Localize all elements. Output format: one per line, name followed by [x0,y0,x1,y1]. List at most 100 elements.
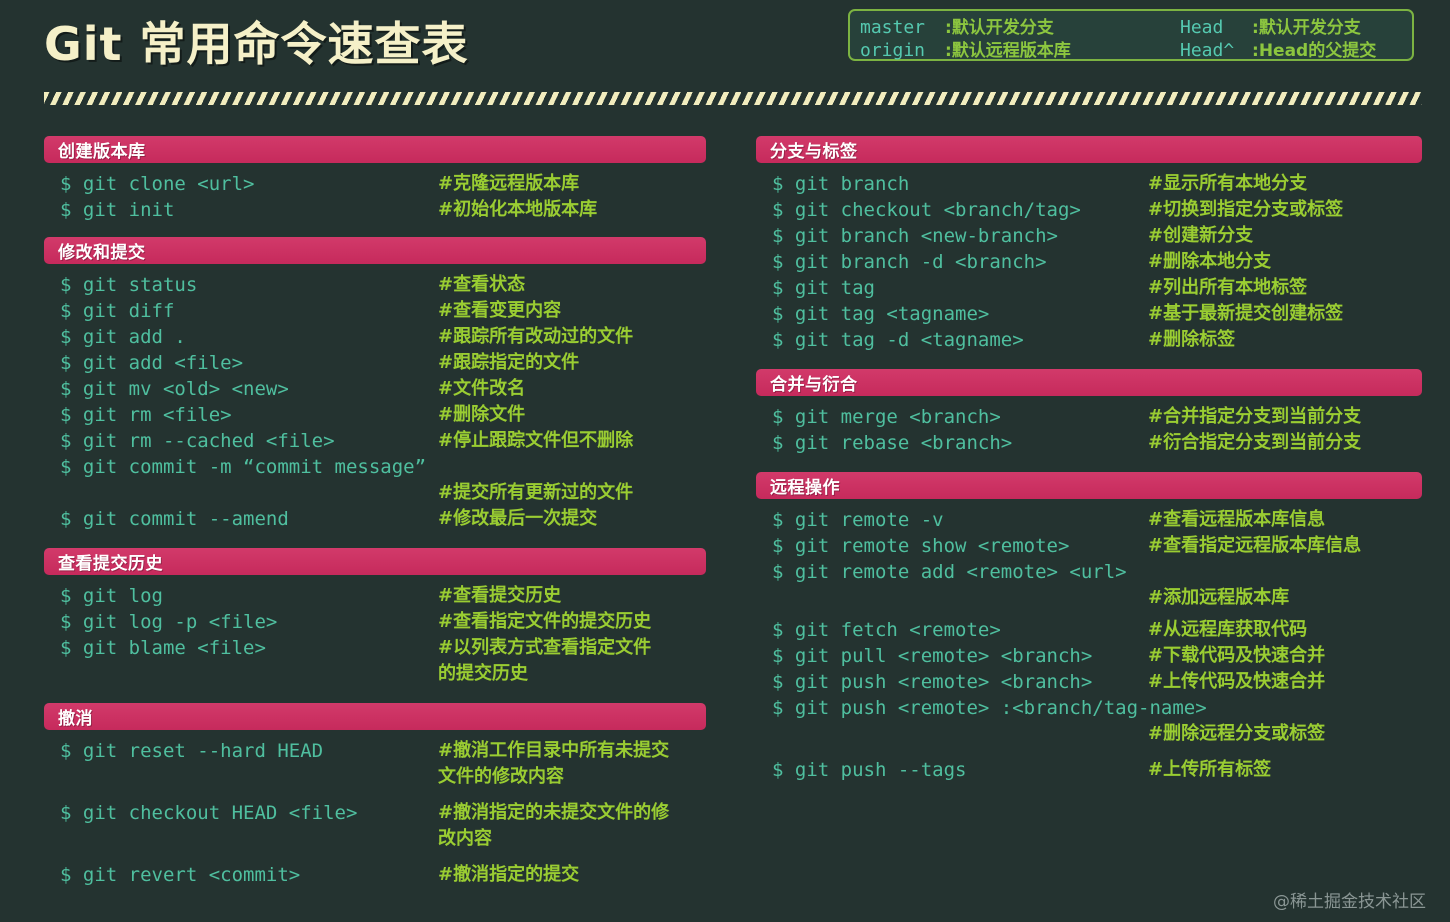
legend-desc: 默认开发分支 [951,18,1054,38]
command-row: $ git log #查看提交历史 [44,583,706,609]
legend-separator: : [945,41,952,61]
command-text[interactable]: $ git diff [44,298,438,324]
right-column: 分支与标签 $ git branch #显示所有本地分支 $ git checkout… [756,136,1422,783]
command-list: $ git status #查看状态 $ git diff #查看变更内容 $ git … [44,264,706,532]
section-header: 撤消 [44,703,706,730]
command-text[interactable]: $ git tag <tagname> [756,301,1148,327]
command-text[interactable]: $ git status [44,272,438,298]
command-comment: #查看状态 [438,274,526,295]
command-comment: #查看指定远程版本库信息 [1148,535,1362,556]
command-row: $ git clone <url> #克隆远程版本库 [44,171,706,197]
section-header-label: 撤消 [58,709,93,729]
command-list: $ git log #查看提交历史 $ git log -p <file> #查看指定… [44,575,706,687]
command-comment: #撤消指定的未提交文件的修 改内容 [438,802,670,849]
legend-separator: : [1252,41,1259,61]
command-row: $ git tag #列出所有本地标签 [756,275,1422,301]
command-comment: #以列表方式查看指定文件 的提交历史 [438,637,652,684]
command-text[interactable]: $ git remote add <remote> <url> [756,559,1148,585]
command-text[interactable]: $ git remote show <remote> [756,533,1148,559]
command-section: 远程操作 $ git remote -v #查看远程版本库信息 $ git remot… [756,472,1422,783]
section-header: 修改和提交 [44,237,706,264]
legend-desc: 默认远程版本库 [951,41,1071,61]
legend-desc: 默认开发分支 [1258,18,1361,38]
legend-entry-master: master : 默认开发分支 [860,13,1180,38]
section-header-label: 远程操作 [770,478,840,498]
command-text[interactable]: $ git mv <old> <new> [44,376,438,402]
legend-entry-head-caret: Head^ : Head 的父提交 [1180,36,1376,61]
command-row: $ git status #查看状态 [44,272,706,298]
left-column: 创建版本库 $ git clone <url> #克隆远程版本库 $ git init… [44,136,706,888]
command-comment: #删除标签 [1148,329,1236,350]
command-text[interactable]: $ git revert <commit> [44,862,438,888]
command-text[interactable]: $ git push <remote> <branch> [756,669,1148,695]
legend-key: origin [860,40,926,61]
command-comment: #跟踪所有改动过的文件 [438,326,634,347]
command-comment: #删除文件 [438,404,526,425]
command-text[interactable]: $ git commit -m “commit message” [44,454,438,480]
command-text[interactable]: $ git blame <file> [44,635,438,661]
section-header: 创建版本库 [44,136,706,163]
page-header: Git 常用命令速查表 master : 默认开发分支 Head : 默认开发分… [0,0,1450,88]
command-section: 创建版本库 $ git clone <url> #克隆远程版本库 $ git init… [44,136,706,223]
legend-separator: : [1252,18,1259,38]
legend-row: master : 默认开发分支 Head : 默认开发分支 [860,13,1402,38]
command-section: 修改和提交 $ git status #查看状态 $ git diff #查看变更内容 $… [44,237,706,532]
section-header-label: 创建版本库 [58,142,146,162]
command-row: $ git push <remote> :<branch/tag-name> [756,695,1422,721]
command-text[interactable]: $ git init [44,197,438,223]
command-row: $ git pull <remote> <branch> #下载代码及快速合并 [756,643,1422,669]
command-text[interactable]: $ git rm --cached <file> [44,428,438,454]
command-text[interactable]: $ git checkout <branch/tag> [756,197,1148,223]
command-comment: #文件改名 [438,378,526,399]
command-row: $ git checkout HEAD <file> #撤消指定的未提交文件的修 … [44,790,706,852]
command-comment: #停止跟踪文件但不删除 [438,430,634,451]
command-row: $ git branch #显示所有本地分支 [756,171,1422,197]
command-text[interactable]: $ git log [44,583,438,609]
command-row: $ git diff #查看变更内容 [44,298,706,324]
command-text[interactable]: $ git remote -v [756,507,1148,533]
command-text[interactable]: $ git rm <file> [44,402,438,428]
command-text[interactable]: $ git tag [756,275,1148,301]
command-row: $ git remote add <remote> <url> [756,559,1422,585]
command-text[interactable]: $ git branch -d <branch> [756,249,1148,275]
legend-separator: : [945,18,952,38]
command-comment: #撤消工作目录中所有未提交 文件的修改内容 [438,740,670,787]
command-text[interactable]: $ git push --tags [756,757,1148,783]
command-comment: #显示所有本地分支 [1148,173,1308,194]
command-text[interactable]: $ git tag -d <tagname> [756,327,1148,353]
command-text[interactable]: $ git fetch <remote> [756,617,1148,643]
section-header-label: 修改和提交 [58,243,146,263]
command-text[interactable]: $ git reset --hard HEAD [44,738,438,764]
command-row: $ git tag -d <tagname> #删除标签 [756,327,1422,353]
command-text[interactable]: $ git merge <branch> [756,404,1148,430]
command-text[interactable]: $ git branch <new-branch> [756,223,1148,249]
command-row: $ git commit --amend #修改最后一次提交 [44,506,706,532]
command-row: $ git add . #跟踪所有改动过的文件 [44,324,706,350]
command-text[interactable]: $ git clone <url> [44,171,438,197]
command-comment: #初始化本地版本库 [438,199,598,220]
legend-row: origin : 默认远程版本库 Head^ : Head 的父提交 [860,36,1402,61]
command-list: $ git clone <url> #克隆远程版本库 $ git init #初始化本… [44,163,706,223]
command-text[interactable]: $ git add <file> [44,350,438,376]
command-comment: #撤消指定的提交 [438,864,580,885]
command-text[interactable]: $ git log -p <file> [44,609,438,635]
command-section: 分支与标签 $ git branch #显示所有本地分支 $ git checkout… [756,136,1422,353]
command-text[interactable]: $ git pull <remote> <branch> [756,643,1148,669]
command-section: 查看提交历史 $ git log #查看提交历史 $ git log -p <file… [44,548,706,687]
command-comment-wrapped: #提交所有更新过的文件 [438,482,634,503]
command-comment: #下载代码及快速合并 [1148,645,1326,666]
command-comment: #修改最后一次提交 [438,508,598,529]
command-comment: #基于最新提交创建标签 [1148,303,1344,324]
command-text[interactable]: $ git branch [756,171,1148,197]
command-row: $ git reset --hard HEAD #撤消工作目录中所有未提交 文件的… [44,738,706,790]
command-list: $ git merge <branch> #合并指定分支到当前分支 $ git re… [756,396,1422,456]
command-text[interactable]: $ git checkout HEAD <file> [44,800,438,826]
command-comment: #跟踪指定的文件 [438,352,580,373]
command-text[interactable]: $ git commit --amend [44,506,438,532]
command-comment: #创建新分支 [1148,225,1254,246]
command-text[interactable]: $ git add . [44,324,438,350]
command-text[interactable]: $ git push <remote> :<branch/tag-name> [756,695,1207,721]
command-section: 撤消 $ git reset --hard HEAD #撤消工作目录中所有未提交 文… [44,703,706,888]
command-text[interactable]: $ git rebase <branch> [756,430,1148,456]
command-comment: #切换到指定分支或标签 [1148,199,1344,220]
